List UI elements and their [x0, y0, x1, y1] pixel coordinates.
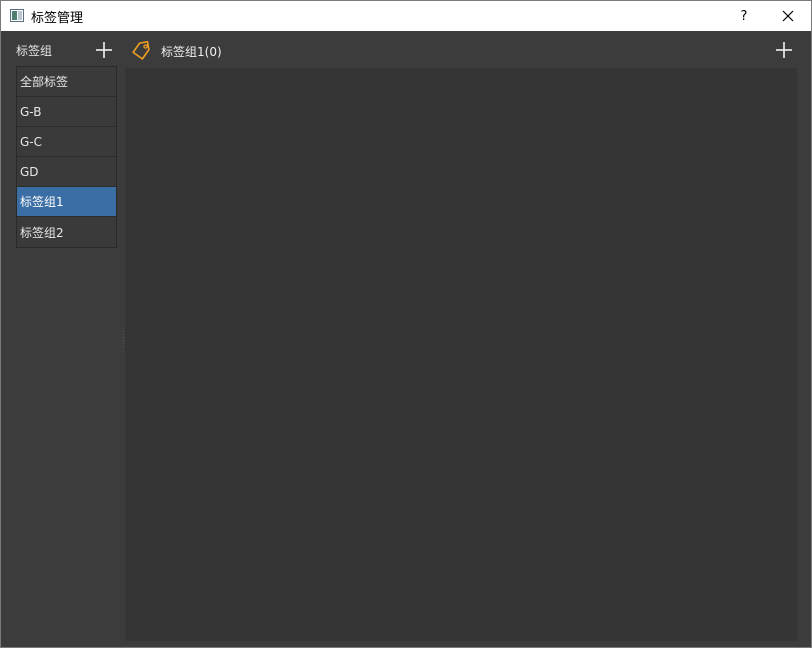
tag-group-item[interactable]: 标签组1 — [17, 187, 116, 217]
tag-group-item[interactable]: G-C — [17, 127, 116, 157]
tag-icon — [130, 39, 152, 61]
tag-group-label: 标签组1 — [20, 195, 64, 209]
help-button[interactable]: ? — [725, 1, 763, 31]
tag-group-label: 标签组2 — [20, 225, 64, 240]
tag-group-label: GD — [20, 164, 39, 179]
tag-group-item[interactable]: 标签组2 — [17, 217, 116, 247]
plus-icon — [776, 42, 792, 58]
tag-group-item[interactable]: GD — [17, 157, 116, 187]
tag-group-label: 全部标签 — [20, 75, 69, 89]
add-tag-button[interactable] — [773, 39, 795, 61]
tag-manager-window: 标签管理 ? 标签组 全部标签 G-B G-C GD 标签组1 标签组2 标签组… — [0, 0, 812, 648]
close-button[interactable] — [765, 1, 811, 31]
title-bar: 标签管理 ? — [1, 1, 811, 31]
main-header: 标签组1(0) — [125, 31, 811, 68]
tag-group-list: 全部标签 G-B G-C GD 标签组1 标签组2 — [16, 66, 117, 248]
close-icon — [782, 10, 794, 22]
tag-group-item[interactable]: 全部标签 — [17, 67, 116, 97]
window-title: 标签管理 — [31, 11, 84, 26]
plus-icon — [96, 42, 112, 58]
sidebar-title: 标签组 — [16, 44, 53, 58]
app-window-icon — [10, 9, 24, 22]
tag-group-item[interactable]: G-B — [17, 97, 116, 127]
tag-group-label: G-C — [20, 134, 43, 149]
sidebar-header: 标签组 — [1, 31, 125, 67]
add-group-button[interactable] — [93, 39, 115, 61]
current-group-title: 标签组1(0) — [161, 45, 222, 59]
tag-content-area — [125, 68, 797, 641]
tag-group-label: G-B — [20, 104, 42, 119]
